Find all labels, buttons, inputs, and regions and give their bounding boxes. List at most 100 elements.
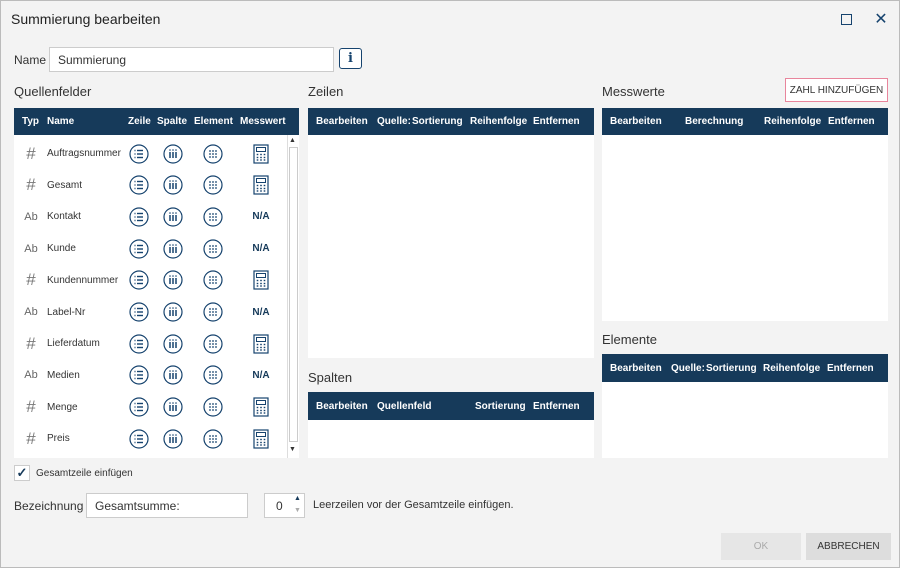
col-reihenfolge: Reihenfolge bbox=[764, 116, 822, 127]
scrollbar[interactable]: ▲ ▼ bbox=[287, 135, 299, 458]
window-title: Summierung bearbeiten bbox=[11, 11, 161, 27]
zeilen-list bbox=[308, 135, 594, 358]
blank-lines-stepper[interactable]: 0 ▲ ▼ bbox=[264, 493, 305, 518]
row-list-icon[interactable] bbox=[128, 397, 150, 417]
row-list-icon[interactable] bbox=[128, 365, 150, 385]
measure-na: N/A bbox=[252, 306, 270, 318]
source-row[interactable]: # Gesamt bbox=[14, 170, 287, 201]
cancel-button[interactable]: ABBRECHEN bbox=[806, 533, 891, 560]
element-grid-icon[interactable] bbox=[202, 143, 224, 164]
row-list-icon[interactable] bbox=[128, 302, 150, 322]
field-name: Kundennummer bbox=[47, 274, 119, 286]
source-row[interactable]: # Preis bbox=[14, 423, 287, 454]
row-list-icon[interactable] bbox=[128, 143, 150, 164]
source-row[interactable]: Ab Medien N/A bbox=[14, 360, 287, 391]
field-name: Lieferdatum bbox=[47, 338, 100, 350]
col-bearbeiten: Bearbeiten bbox=[610, 362, 662, 374]
source-row[interactable]: # Kundennummer bbox=[14, 265, 287, 296]
column-icon[interactable] bbox=[162, 238, 184, 259]
row-list-icon[interactable] bbox=[128, 175, 150, 195]
row-list-icon[interactable] bbox=[128, 238, 150, 259]
type-icon: Ab bbox=[24, 210, 38, 223]
col-name: Name bbox=[47, 116, 75, 127]
source-row[interactable]: # Menge bbox=[14, 392, 287, 423]
measure-calculator-icon[interactable] bbox=[250, 270, 272, 290]
col-bearbeiten: Bearbeiten bbox=[316, 116, 368, 127]
col-sortierung: Sortierung bbox=[475, 400, 526, 412]
measure-na: N/A bbox=[252, 243, 270, 255]
element-grid-icon[interactable] bbox=[202, 175, 224, 195]
column-icon[interactable] bbox=[162, 207, 184, 227]
element-grid-icon[interactable] bbox=[202, 238, 224, 259]
element-grid-icon[interactable] bbox=[202, 334, 224, 354]
close-button[interactable]: ✕ bbox=[871, 9, 891, 29]
column-icon[interactable] bbox=[162, 302, 184, 322]
designation-label: Bezeichnung bbox=[14, 499, 84, 513]
designation-input[interactable]: Gesamtsumme: bbox=[86, 493, 248, 518]
zeilen-title: Zeilen bbox=[308, 84, 344, 99]
column-icon[interactable] bbox=[162, 397, 184, 417]
source-row[interactable]: Ab Label-Nr N/A bbox=[14, 297, 287, 328]
source-row[interactable]: # Auftragsnummer bbox=[14, 138, 287, 169]
measure-calculator-icon[interactable] bbox=[250, 175, 272, 195]
measure-calculator-icon[interactable] bbox=[250, 143, 272, 164]
element-grid-icon[interactable] bbox=[202, 207, 224, 227]
messwerte-header: Bearbeiten Berechnung Reihenfolge Entfer… bbox=[602, 108, 888, 135]
scroll-down-icon[interactable]: ▼ bbox=[289, 446, 296, 453]
type-icon: Ab bbox=[24, 242, 38, 255]
name-label: Name bbox=[14, 53, 47, 67]
row-list-icon[interactable] bbox=[128, 334, 150, 354]
column-icon[interactable] bbox=[162, 175, 184, 195]
column-icon[interactable] bbox=[162, 143, 184, 164]
total-checkbox[interactable]: ✓ bbox=[14, 465, 30, 481]
info-button[interactable]: i bbox=[339, 48, 362, 69]
col-bearbeiten: Bearbeiten bbox=[610, 116, 662, 127]
field-name: Gesamt bbox=[47, 179, 83, 191]
element-grid-icon[interactable] bbox=[202, 302, 224, 322]
col-quelle: Quelle: bbox=[671, 362, 705, 374]
source-row[interactable]: Ab Kunde N/A bbox=[14, 233, 287, 264]
row-list-icon[interactable] bbox=[128, 429, 150, 449]
messwerte-list bbox=[602, 135, 888, 321]
column-icon[interactable] bbox=[162, 365, 184, 385]
source-row[interactable]: Ab Kontakt N/A bbox=[14, 201, 287, 232]
source-row[interactable]: # Lieferdatum bbox=[14, 328, 287, 359]
maximize-button[interactable] bbox=[836, 9, 856, 29]
ok-button[interactable]: OK bbox=[721, 533, 801, 560]
checkmark-icon: ✓ bbox=[16, 465, 28, 480]
stepper-up-icon[interactable]: ▲ bbox=[294, 495, 301, 502]
source-list: # Auftragsnummer # Gesamt Ab Kontakt N/A… bbox=[14, 135, 287, 458]
measure-na: N/A bbox=[252, 369, 270, 381]
stepper-down-icon[interactable]: ▼ bbox=[294, 507, 301, 514]
name-input[interactable]: Summierung bbox=[49, 47, 334, 72]
row-list-icon[interactable] bbox=[128, 270, 150, 290]
scroll-up-icon[interactable]: ▲ bbox=[289, 137, 296, 144]
field-name: Preis bbox=[47, 433, 70, 445]
row-list-icon[interactable] bbox=[128, 207, 150, 227]
spalten-title: Spalten bbox=[308, 370, 353, 385]
column-icon[interactable] bbox=[162, 270, 184, 290]
measure-calculator-icon[interactable] bbox=[250, 429, 272, 449]
element-grid-icon[interactable] bbox=[202, 429, 224, 449]
element-grid-icon[interactable] bbox=[202, 270, 224, 290]
measure-calculator-icon[interactable] bbox=[250, 334, 272, 354]
column-icon[interactable] bbox=[162, 334, 184, 354]
scroll-thumb[interactable] bbox=[289, 147, 298, 442]
element-grid-icon[interactable] bbox=[202, 365, 224, 385]
col-quelle: Quelle: bbox=[377, 116, 411, 127]
type-icon: Ab bbox=[24, 306, 38, 318]
element-grid-icon[interactable] bbox=[202, 397, 224, 417]
field-name: Auftragsnummer bbox=[47, 148, 121, 159]
field-name: Kontakt bbox=[47, 211, 81, 223]
col-reihenfolge: Reihenfolge bbox=[470, 116, 528, 127]
info-icon: i bbox=[348, 51, 353, 66]
source-table: Typ Name Zeile Spalte Element Messwert #… bbox=[14, 108, 299, 458]
measure-calculator-icon[interactable] bbox=[250, 397, 272, 417]
type-icon: # bbox=[26, 143, 36, 163]
add-number-button[interactable]: ZAHL HINZUFÜGEN bbox=[785, 78, 888, 102]
col-messwert: Messwert bbox=[240, 116, 286, 127]
type-icon: # bbox=[26, 175, 36, 195]
type-icon: Ab bbox=[24, 369, 38, 382]
column-icon[interactable] bbox=[162, 429, 184, 449]
type-icon: # bbox=[26, 397, 36, 417]
